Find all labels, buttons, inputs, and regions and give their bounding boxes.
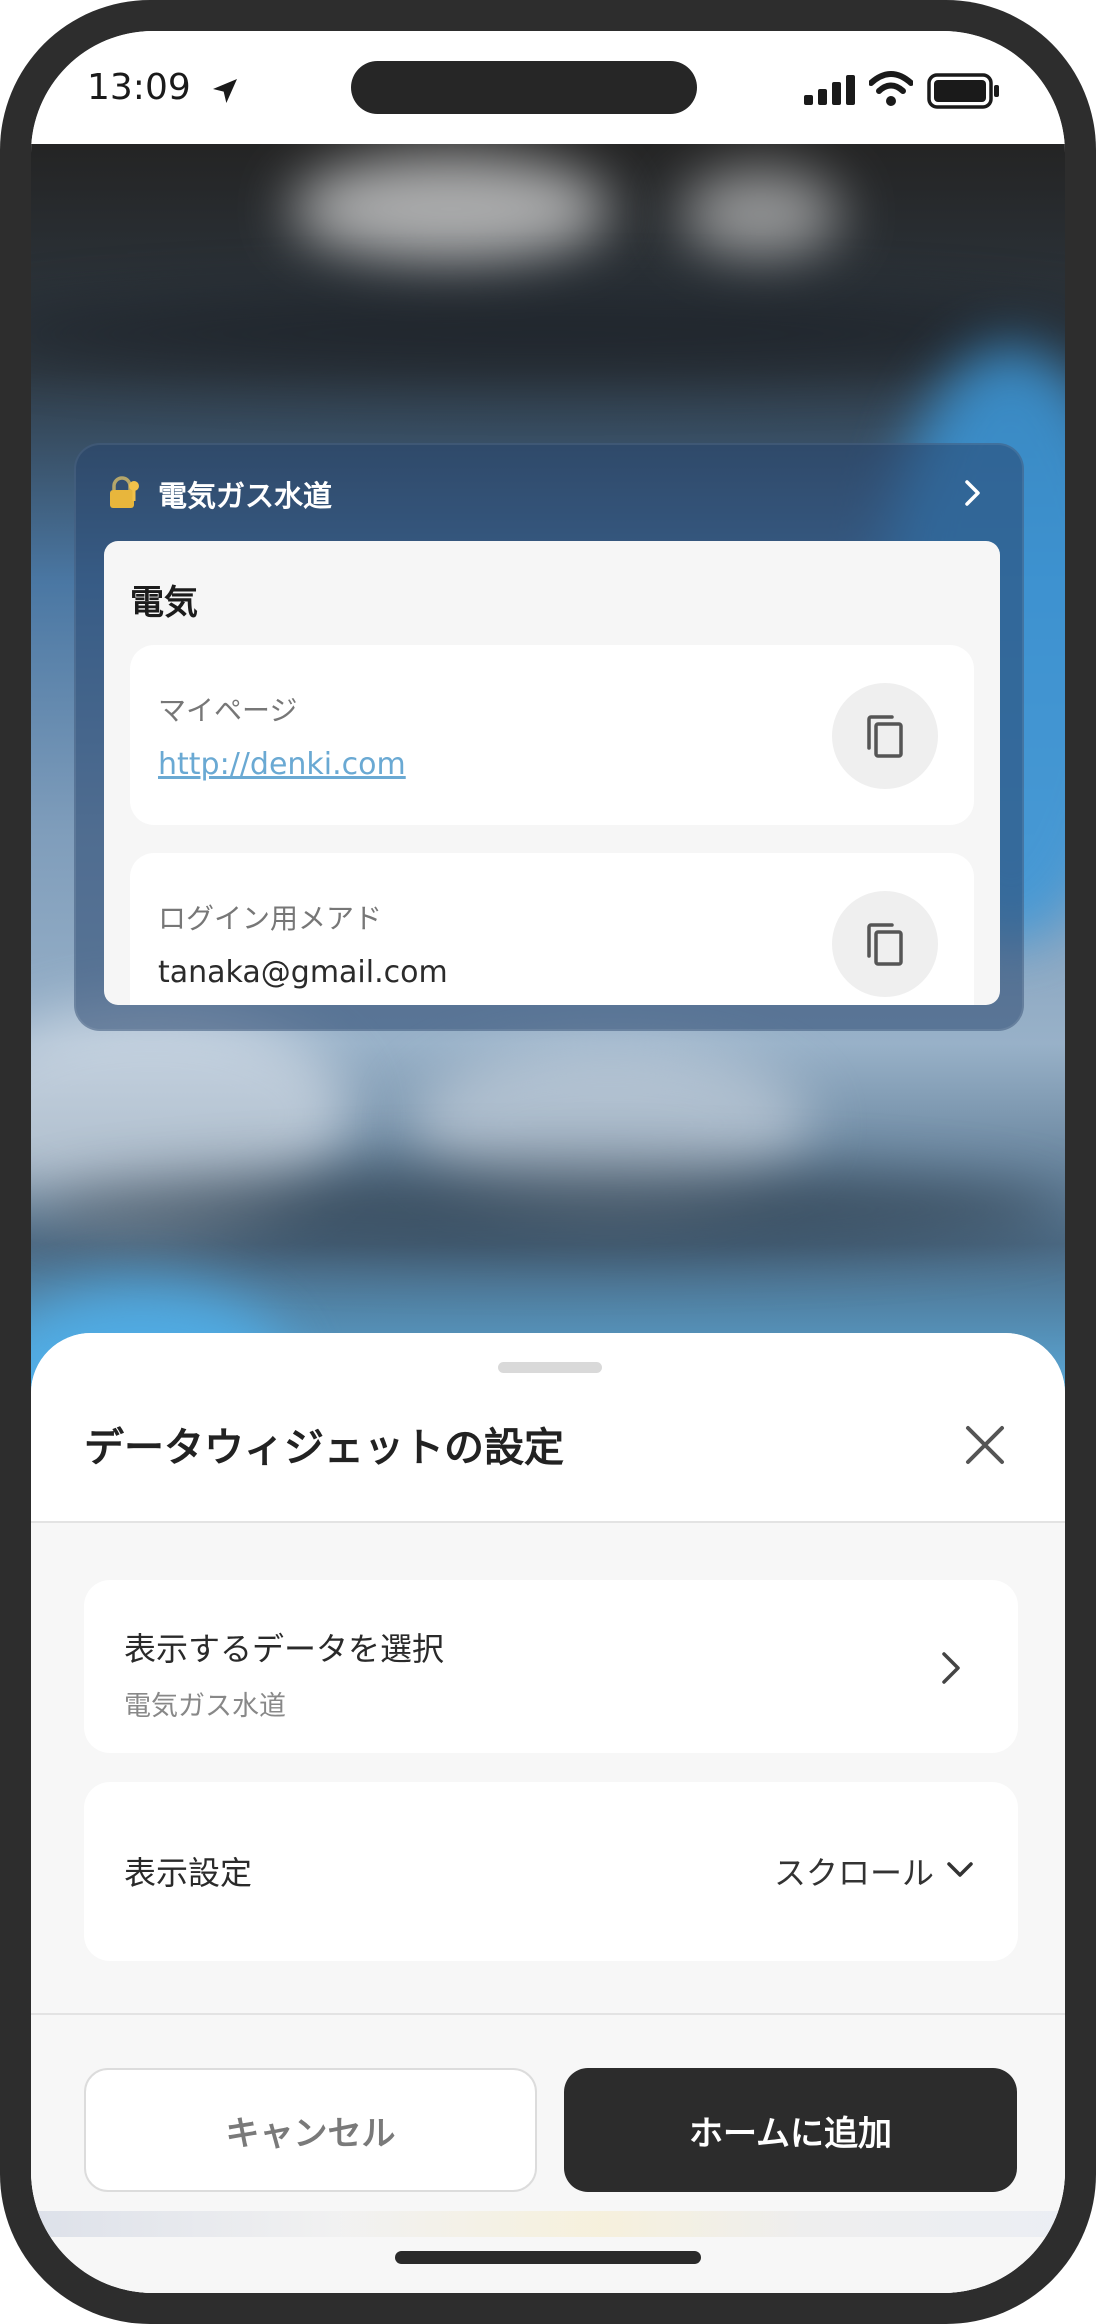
- add-to-home-button[interactable]: ホームに追加: [564, 2068, 1017, 2192]
- copy-icon: [867, 923, 903, 966]
- field-row-mypage: マイページ http://denki.com: [130, 645, 974, 825]
- sheet-footer: キャンセル ホームに追加: [31, 2013, 1065, 2293]
- chevron-right-icon[interactable]: [958, 477, 986, 509]
- display-setting-select[interactable]: スクロール: [774, 1848, 934, 1894]
- signal-icon: [804, 75, 855, 105]
- status-bar: 13:09: [31, 31, 1065, 144]
- status-time: 13:09: [87, 67, 191, 108]
- cancel-button[interactable]: キャンセル: [84, 2068, 537, 2192]
- widget-header[interactable]: 電気ガス水道: [76, 445, 1022, 541]
- sheet-grabber[interactable]: [498, 1362, 602, 1373]
- widget-settings-sheet: データウィジェットの設定 表示するデータを選択 電気ガス水道 表示設定 スクロー…: [31, 1333, 1065, 2293]
- screen: 13:09 電気ガス水道 電気 マイページ http://denki.com ロ…: [31, 31, 1065, 2293]
- phone-frame: 13:09 電気ガス水道 電気 マイページ http://denki.com ロ…: [0, 0, 1096, 2324]
- dynamic-island: [351, 61, 697, 114]
- copy-icon: [867, 715, 903, 758]
- copy-button[interactable]: [832, 891, 938, 997]
- widget-card-title: 電気: [130, 583, 198, 623]
- field-row-login-email: ログイン用メアド tanaka@gmail.com: [130, 853, 974, 1005]
- background-strip: [31, 2211, 1065, 2237]
- widget-title: 電気ガス水道: [158, 479, 333, 513]
- copy-button[interactable]: [832, 683, 938, 789]
- chevron-down-icon[interactable]: [946, 1860, 974, 1880]
- field-value: tanaka@gmail.com: [158, 955, 448, 990]
- select-data-label: 表示するデータを選択: [124, 1630, 445, 1668]
- select-data-row[interactable]: 表示するデータを選択 電気ガス水道: [84, 1580, 1018, 1753]
- lock-key-icon: [110, 476, 139, 508]
- sheet-header: データウィジェットの設定: [31, 1333, 1065, 1523]
- select-data-value: 電気ガス水道: [124, 1691, 286, 1722]
- location-arrow-icon: [213, 79, 237, 103]
- display-setting-label: 表示設定: [124, 1854, 253, 1892]
- wifi-icon: [869, 71, 913, 106]
- battery-icon: [927, 73, 999, 109]
- widget-card: 電気 マイページ http://denki.com ログイン用メアド tanak…: [104, 541, 1000, 1005]
- chevron-right-icon: [942, 1652, 960, 1684]
- field-value-link[interactable]: http://denki.com: [158, 747, 406, 782]
- field-label: ログイン用メアド: [158, 902, 383, 935]
- sheet-title: データウィジェットの設定: [84, 1425, 564, 1471]
- field-label: マイページ: [158, 694, 298, 727]
- display-setting-row: 表示設定 スクロール: [84, 1782, 1018, 1961]
- close-icon[interactable]: [963, 1423, 1007, 1467]
- home-indicator[interactable]: [395, 2251, 701, 2264]
- data-widget-preview[interactable]: 電気ガス水道 電気 マイページ http://denki.com ログイン用メア…: [74, 443, 1024, 1031]
